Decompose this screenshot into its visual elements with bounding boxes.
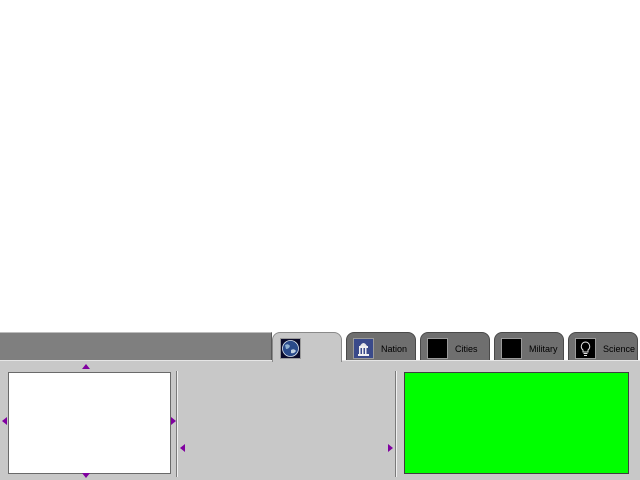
panel-divider-left (176, 371, 178, 477)
minimap[interactable] (8, 372, 171, 474)
detail-area (181, 371, 392, 477)
military-icon (501, 338, 522, 359)
tab-cities[interactable]: Cities (420, 332, 490, 360)
tab-cities-label: Cities (455, 344, 478, 354)
panel-divider-right (395, 371, 397, 477)
minimap-scroll-left-arrow[interactable] (2, 417, 7, 425)
tab-military[interactable]: Military (494, 332, 564, 360)
minimap-scroll-down-arrow[interactable] (82, 473, 90, 478)
tab-military-label: Military (529, 344, 558, 354)
tab-strip (0, 332, 272, 360)
panel-body (0, 360, 640, 480)
tab-science-label: Science (603, 344, 636, 354)
info-display (404, 372, 629, 474)
capitol-building-icon (353, 338, 374, 359)
minimap-scroll-up-arrow[interactable] (82, 364, 90, 369)
detail-scroll-left-arrow[interactable] (180, 444, 185, 452)
game-map-view[interactable] (0, 0, 640, 332)
globe-icon (280, 338, 301, 359)
city-icon (427, 338, 448, 359)
lightbulb-icon (575, 338, 596, 359)
tab-nation[interactable]: Nation (346, 332, 416, 360)
detail-scroll-right-arrow[interactable] (388, 444, 393, 452)
control-panel: Nation Cities Military Science (0, 332, 640, 480)
tab-world[interactable] (272, 332, 342, 362)
tab-nation-label: Nation (381, 344, 408, 354)
tab-science[interactable]: Science (568, 332, 638, 360)
